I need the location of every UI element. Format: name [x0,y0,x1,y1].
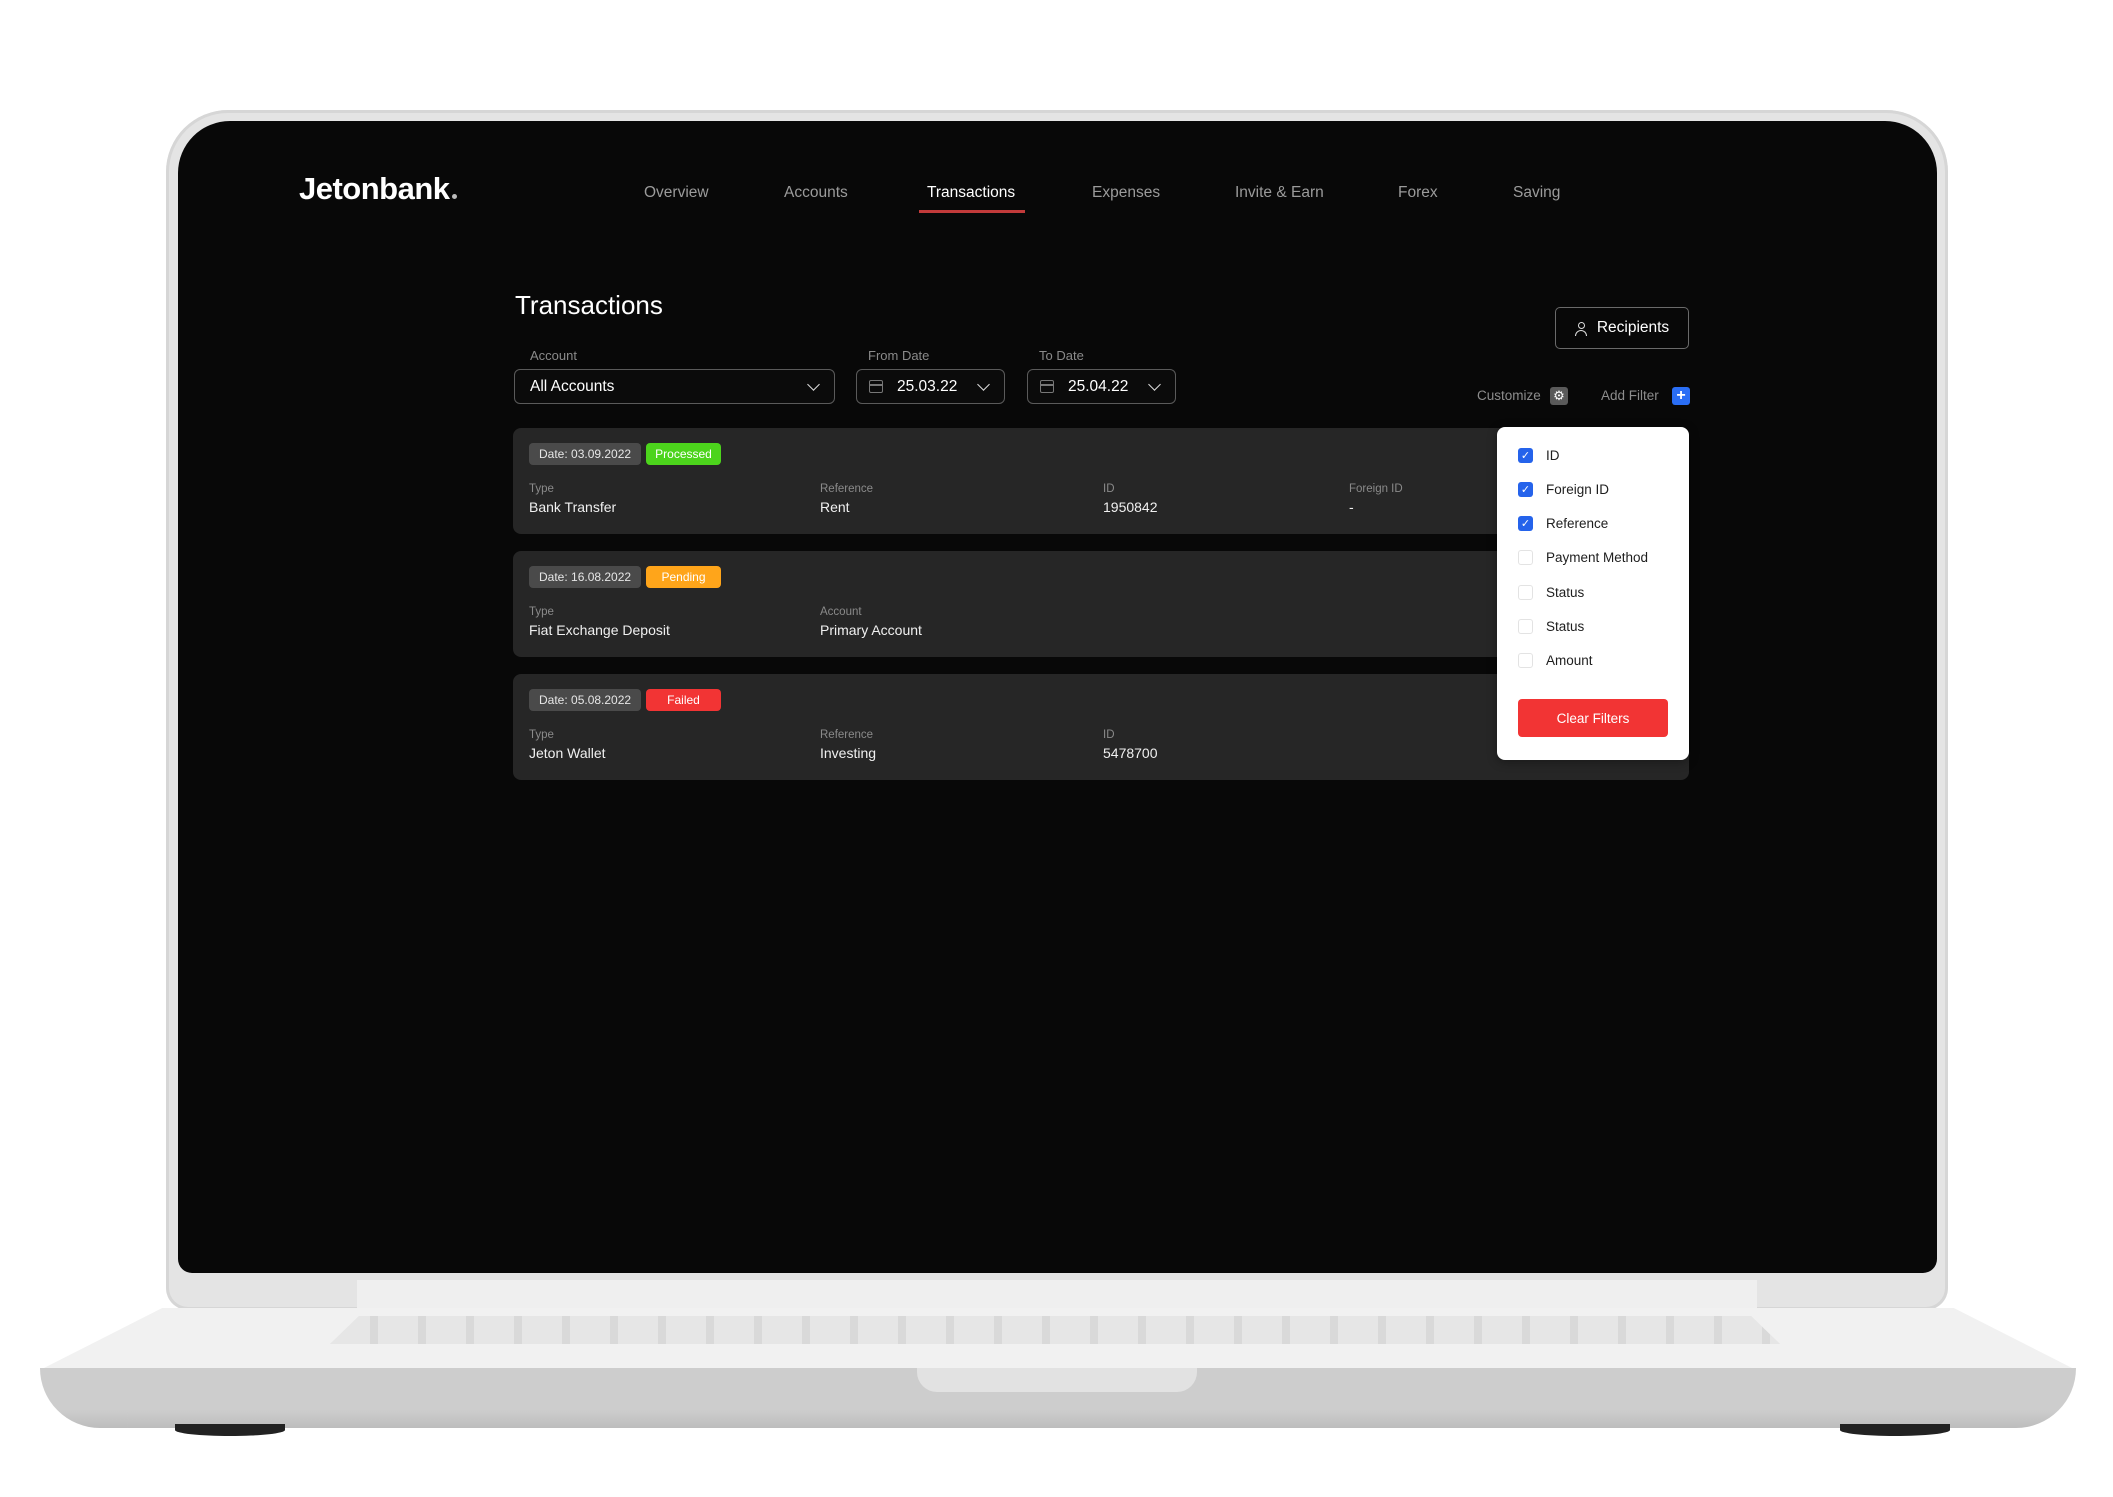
date-chip: Date: 03.09.2022 [529,443,642,465]
account-value: Primary Account [820,622,922,638]
type-value: Jeton Wallet [529,745,606,761]
type-value: Fiat Exchange Deposit [529,622,670,638]
clear-filters-button[interactable]: Clear Filters [1518,699,1668,737]
column-option-foreign-id[interactable]: ✓ Foreign ID [1518,479,1609,499]
nav-invite-earn[interactable]: Invite & Earn [1235,184,1324,202]
checkbox[interactable]: ✓ [1518,447,1533,463]
nav-accounts[interactable]: Accounts [784,184,848,202]
foreign-id-value: - [1349,499,1354,515]
to-date-label: To Date [1039,348,1084,363]
status-badge: Processed [646,443,721,465]
type-label: Type [529,483,554,495]
type-label: Type [529,729,554,741]
chevron-down-icon [1148,378,1161,391]
option-label: Payment Method [1546,549,1649,565]
id-label: ID [1103,483,1115,495]
nav-forex[interactable]: Forex [1398,184,1438,202]
reference-value: Investing [820,745,877,761]
checkbox[interactable] [1518,549,1533,565]
nav-active-indicator [919,210,1025,213]
laptop-foot-left [175,1424,285,1436]
nav-expenses[interactable]: Expenses [1092,184,1160,202]
checkbox[interactable] [1518,618,1533,634]
checkbox[interactable]: ✓ [1518,515,1533,531]
customize-label[interactable]: Customize [1477,388,1541,403]
to-date-value: 25.04.22 [1068,377,1129,395]
laptop-foot-right [1840,1424,1950,1436]
option-label: Status [1546,584,1585,600]
customize-button[interactable]: ⚙ [1550,387,1568,405]
plus-icon: + [1676,387,1686,404]
from-date-picker[interactable]: 25.03.22 [856,369,1005,404]
column-option-status-2[interactable]: Status [1518,616,1584,636]
column-option-status[interactable]: Status [1518,582,1584,602]
laptop-keyboard [330,1316,1780,1344]
nav-saving[interactable]: Saving [1513,184,1560,202]
column-option-amount[interactable]: Amount [1518,650,1593,670]
id-value: 1950842 [1103,499,1158,515]
from-date-label: From Date [868,348,930,363]
chevron-down-icon [977,378,990,391]
add-filter-label[interactable]: Add Filter [1601,388,1659,403]
nav-overview[interactable]: Overview [644,184,709,202]
account-label: Account [820,606,862,618]
column-option-id[interactable]: ✓ ID [1518,445,1560,465]
laptop-hinge [357,1280,1757,1312]
id-value: 5478700 [1103,745,1158,761]
recipients-label: Recipients [1596,319,1670,336]
option-label: Amount [1546,652,1593,668]
chevron-down-icon [807,378,820,391]
user-icon [1574,321,1587,336]
nav-transactions[interactable]: Transactions [927,184,1015,202]
checkbox[interactable]: ✓ [1518,481,1533,497]
reference-label: Reference [820,729,874,741]
foreign-id-label: Foreign ID [1349,483,1403,495]
from-date-value: 25.03.22 [897,377,958,395]
gear-icon: ⚙ [1553,388,1565,403]
account-select[interactable]: All Accounts [514,369,835,404]
column-option-reference[interactable]: ✓ Reference [1518,513,1608,533]
brand-logo[interactable]: Jetonbank [299,171,457,207]
type-label: Type [529,606,554,618]
reference-value: Rent [820,499,850,515]
calendar-icon [869,380,883,393]
checkbox[interactable] [1518,584,1533,600]
id-label: ID [1103,729,1115,741]
reference-label: Reference [820,483,874,495]
date-chip: Date: 05.08.2022 [529,689,642,711]
option-label: Reference [1546,515,1609,531]
account-select-value: All Accounts [530,377,615,395]
customize-columns-popup: ✓ ID ✓ Foreign ID ✓ Reference Payment Me… [1497,427,1689,760]
page-title: Transactions [515,290,663,320]
option-label: Foreign ID [1546,481,1610,497]
checkbox[interactable] [1518,652,1533,668]
type-value: Bank Transfer [529,499,617,515]
status-badge: Failed [646,689,721,711]
column-option-payment-method[interactable]: Payment Method [1518,547,1648,567]
laptop-opening-notch [917,1368,1197,1392]
calendar-icon [1040,380,1054,393]
date-chip: Date: 16.08.2022 [529,566,642,588]
add-filter-button[interactable]: + [1672,387,1690,405]
to-date-picker[interactable]: 25.04.22 [1027,369,1176,404]
laptop-screen: Jetonbank Overview Accounts Transactions… [178,121,1937,1273]
option-label: ID [1546,447,1560,463]
logo-dot [451,194,457,199]
recipients-button[interactable]: Recipients [1555,307,1689,349]
account-label: Account [530,348,577,363]
option-label: Status [1546,618,1585,634]
status-badge: Pending [646,566,721,588]
brand-name: Jetonbank [299,171,450,206]
